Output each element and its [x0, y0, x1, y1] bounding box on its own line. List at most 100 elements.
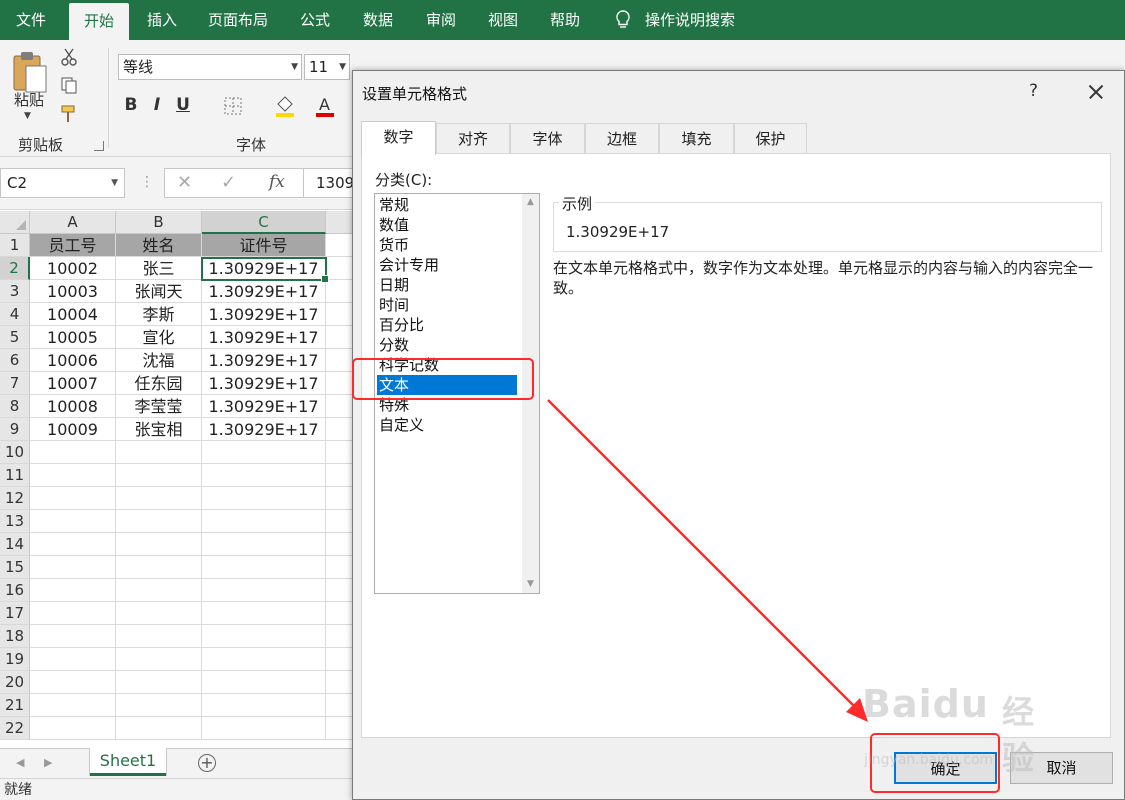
tab-formulas[interactable]: 公式: [288, 0, 342, 40]
row-header[interactable]: 10: [0, 441, 30, 464]
table-cell[interactable]: [116, 510, 202, 533]
row-header[interactable]: 3: [0, 280, 30, 303]
table-cell[interactable]: [30, 648, 116, 671]
table-cell[interactable]: [326, 441, 352, 464]
tell-me-search[interactable]: 操作说明搜索: [640, 0, 740, 40]
cut-icon[interactable]: [60, 48, 78, 66]
paste-button[interactable]: 粘贴: [14, 89, 44, 110]
name-box[interactable]: C2 ▼: [0, 168, 125, 198]
category-item[interactable]: 日期: [377, 275, 517, 295]
header-cell[interactable]: 姓名: [116, 234, 202, 257]
column-header-c[interactable]: C: [202, 211, 326, 234]
table-cell[interactable]: [30, 671, 116, 694]
category-item[interactable]: 常规: [377, 195, 517, 215]
scroll-up-icon[interactable]: ▲: [522, 194, 539, 211]
table-cell[interactable]: [326, 717, 352, 740]
font-name-combo[interactable]: 等线 ▼: [118, 54, 302, 80]
header-cell[interactable]: [326, 234, 352, 257]
table-cell[interactable]: 10008: [30, 395, 116, 418]
copy-icon[interactable]: [60, 76, 78, 94]
row-header[interactable]: 16: [0, 579, 30, 602]
table-cell[interactable]: 1.30929E+17: [202, 280, 326, 303]
underline-button[interactable]: U: [174, 95, 192, 115]
table-cell[interactable]: [326, 579, 352, 602]
prev-sheet-icon[interactable]: ◀: [16, 756, 24, 769]
table-cell[interactable]: 1.30929E+17: [202, 372, 326, 395]
category-item[interactable]: 自定义: [377, 415, 517, 435]
table-cell[interactable]: 任东园: [116, 372, 202, 395]
table-cell[interactable]: 1.30929E+17: [202, 303, 326, 326]
table-cell[interactable]: [326, 487, 352, 510]
row-header[interactable]: 12: [0, 487, 30, 510]
table-cell[interactable]: [116, 487, 202, 510]
table-cell[interactable]: [30, 510, 116, 533]
table-cell[interactable]: [202, 487, 326, 510]
row-header[interactable]: 8: [0, 395, 30, 418]
table-cell[interactable]: 10004: [30, 303, 116, 326]
table-cell[interactable]: 张宝相: [116, 418, 202, 441]
select-all-button[interactable]: [0, 211, 30, 234]
table-cell[interactable]: 10005: [30, 326, 116, 349]
tab-help[interactable]: 帮助: [538, 0, 592, 40]
add-sheet-icon[interactable]: +: [198, 754, 216, 772]
table-cell[interactable]: [326, 326, 352, 349]
row-header[interactable]: 13: [0, 510, 30, 533]
table-cell[interactable]: [202, 441, 326, 464]
sheet-tab-sheet1[interactable]: Sheet1: [90, 748, 166, 776]
table-cell[interactable]: [30, 533, 116, 556]
header-cell[interactable]: 员工号: [30, 234, 116, 257]
row-header[interactable]: 19: [0, 648, 30, 671]
table-cell[interactable]: 10007: [30, 372, 116, 395]
table-cell[interactable]: [116, 464, 202, 487]
table-cell[interactable]: [116, 671, 202, 694]
table-cell[interactable]: [202, 717, 326, 740]
table-cell[interactable]: [30, 602, 116, 625]
table-cell[interactable]: 10002: [30, 257, 116, 280]
category-item[interactable]: 数值: [377, 215, 517, 235]
table-cell[interactable]: [326, 533, 352, 556]
table-cell[interactable]: [116, 648, 202, 671]
table-cell[interactable]: [116, 533, 202, 556]
table-cell[interactable]: [326, 395, 352, 418]
table-cell[interactable]: 李莹莹: [116, 395, 202, 418]
table-cell[interactable]: [326, 257, 352, 280]
table-cell[interactable]: [116, 625, 202, 648]
table-cell[interactable]: [202, 602, 326, 625]
table-cell[interactable]: 张三: [116, 257, 202, 280]
row-header[interactable]: 17: [0, 602, 30, 625]
bold-button[interactable]: B: [122, 95, 140, 115]
column-header-b[interactable]: B: [116, 211, 202, 234]
paste-dropdown-icon[interactable]: ▼: [24, 111, 31, 121]
row-header[interactable]: 20: [0, 671, 30, 694]
table-cell[interactable]: [202, 694, 326, 717]
table-cell[interactable]: [30, 717, 116, 740]
category-item[interactable]: 会计专用: [377, 255, 517, 275]
table-cell[interactable]: [202, 625, 326, 648]
column-header-d[interactable]: [326, 211, 352, 234]
help-button[interactable]: ?: [1029, 81, 1038, 101]
tab-data[interactable]: 数据: [350, 0, 406, 40]
table-cell[interactable]: [30, 487, 116, 510]
fill-color-icon[interactable]: [274, 94, 296, 118]
tab-font[interactable]: 字体: [510, 123, 585, 153]
table-cell[interactable]: [30, 556, 116, 579]
table-cell[interactable]: [30, 441, 116, 464]
table-cell[interactable]: [326, 671, 352, 694]
tab-border[interactable]: 边框: [585, 123, 659, 153]
clipboard-launcher-icon[interactable]: [94, 141, 104, 151]
table-cell[interactable]: 10009: [30, 418, 116, 441]
row-header[interactable]: 2: [0, 257, 30, 280]
format-painter-icon[interactable]: [60, 104, 80, 124]
table-cell[interactable]: [30, 694, 116, 717]
table-cell[interactable]: [326, 694, 352, 717]
row-header[interactable]: 1: [0, 234, 30, 257]
row-header[interactable]: 11: [0, 464, 30, 487]
table-cell[interactable]: [116, 717, 202, 740]
insert-function-icon[interactable]: fx: [269, 172, 285, 192]
scroll-down-icon[interactable]: ▼: [522, 576, 539, 593]
tab-protection[interactable]: 保护: [734, 123, 807, 153]
table-cell[interactable]: [116, 579, 202, 602]
table-cell[interactable]: [202, 510, 326, 533]
table-cell[interactable]: [326, 349, 352, 372]
tab-alignment[interactable]: 对齐: [436, 123, 510, 153]
